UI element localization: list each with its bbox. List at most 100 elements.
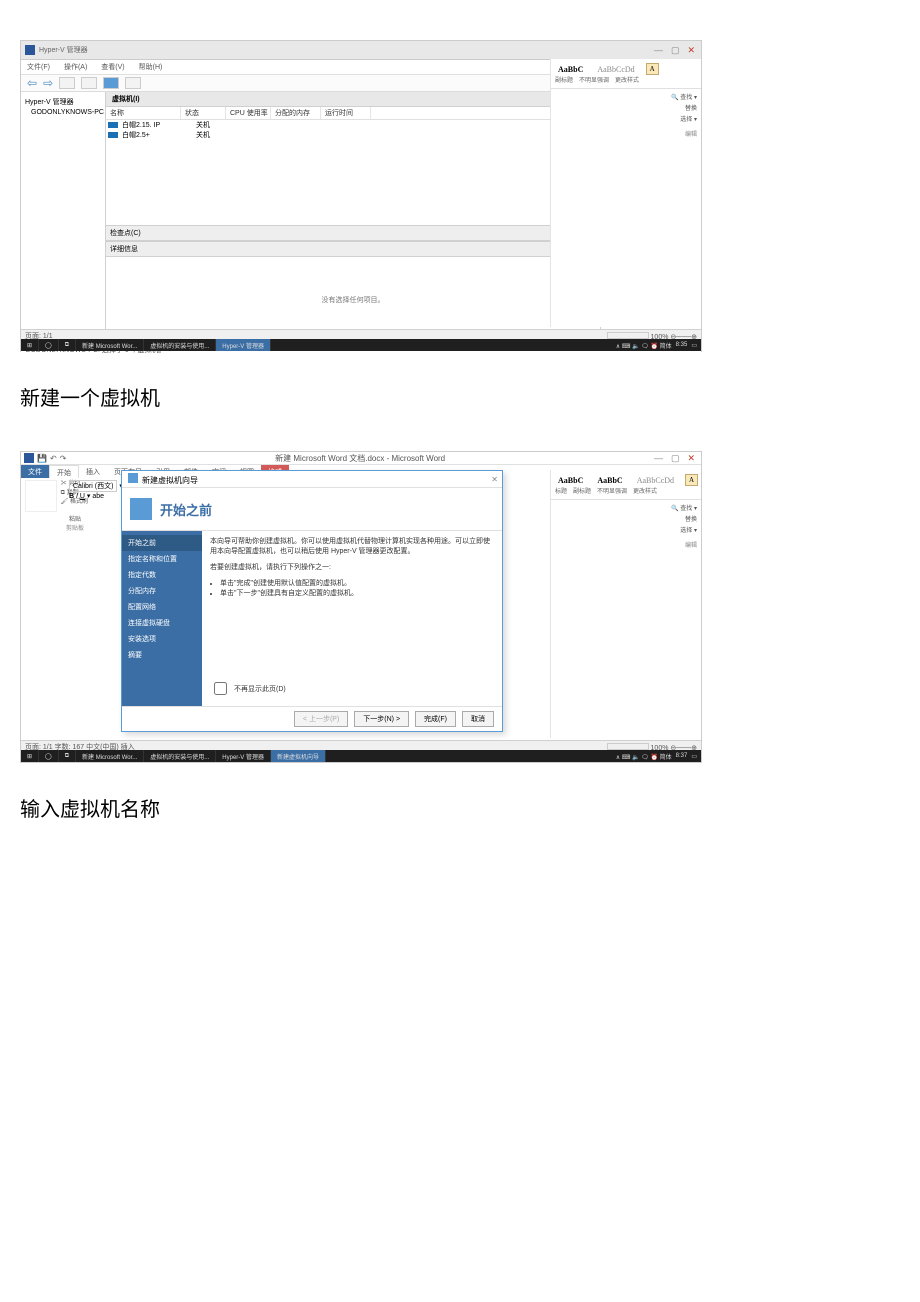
app-icon — [25, 45, 35, 55]
menu-action[interactable]: 操作(A) — [64, 62, 87, 72]
style-sample[interactable]: AaBbCcDd — [594, 64, 637, 75]
wnav-memory[interactable]: 分配内存 — [122, 583, 202, 599]
taskview-icon[interactable]: ◯ — [39, 750, 59, 762]
minimize-icon[interactable]: — — [654, 453, 663, 463]
taskview-icon[interactable]: ⧉ — [59, 339, 76, 351]
wnav-name-location[interactable]: 指定名称和位置 — [122, 551, 202, 567]
menu-view[interactable]: 查看(V) — [101, 62, 124, 72]
taskview-icon[interactable]: ⧉ — [59, 750, 76, 762]
style-sample[interactable]: AaBbCcDd — [634, 475, 677, 486]
dont-show-checkbox[interactable]: 不再显示此页(D) — [210, 679, 286, 698]
change-style-button[interactable]: A — [685, 474, 698, 486]
wizard-bullet-next: 单击"下一步"创建具有自定义配置的虚拟机。 — [220, 588, 494, 598]
toolbar-button-3[interactable] — [103, 77, 119, 89]
close-icon[interactable]: ✕ — [687, 453, 695, 464]
style-sample[interactable]: AaBbC — [594, 475, 625, 486]
col-name[interactable]: 名称 — [106, 107, 181, 119]
toolbar-button-1[interactable] — [59, 77, 75, 89]
taskview-icon[interactable]: ◯ — [39, 339, 59, 351]
col-mem[interactable]: 分配的内存 — [271, 107, 321, 119]
word-icon — [24, 453, 34, 463]
toolbar-button-4[interactable] — [125, 77, 141, 89]
vm-row[interactable]: 白帽2.15. IP 关机 — [106, 120, 600, 130]
col-uptime[interactable]: 运行时间 — [321, 107, 371, 119]
start-button[interactable]: ⊞ — [21, 750, 39, 762]
qa-save-icon[interactable]: 💾 — [37, 454, 47, 463]
wnav-vhd[interactable]: 连接虚拟硬盘 — [122, 615, 202, 631]
wizard-banner: 开始之前 — [122, 488, 502, 531]
col-cpu[interactable]: CPU 使用率 — [226, 107, 271, 119]
system-tray: ∧ ⌨ 🔈 🗨 ⏰ 简体 8:35 ▭ — [616, 341, 701, 350]
tree-root[interactable]: Hyper-V 管理器 — [23, 96, 103, 108]
taskbar-item[interactable]: 新建虚拟机向导 — [271, 750, 326, 762]
menu-help[interactable]: 帮助(H) — [139, 62, 163, 72]
style-sample[interactable]: AaBbC — [555, 64, 586, 75]
nav-back-icon[interactable]: ⇦ — [27, 76, 37, 90]
tree-server-node[interactable]: GODONLYKNOWS-PC — [23, 108, 103, 117]
taskbar-item[interactable]: Hyper-V 管理器 — [216, 339, 271, 351]
qa-undo-icon[interactable]: ↶ — [50, 454, 57, 463]
new-vm-wizard: 新建虚拟机向导 ✕ 开始之前 开始之前 指定名称和位置 指定代数 分配内存 配置… — [121, 470, 503, 732]
tab-insert[interactable]: 插入 — [79, 465, 107, 479]
editing-select[interactable]: 选择 ▾ — [555, 115, 697, 126]
wnav-generation[interactable]: 指定代数 — [122, 567, 202, 583]
menu-file[interactable]: 文件(F) — [27, 62, 50, 72]
dont-show-label: 不再显示此页(D) — [234, 684, 286, 694]
wizard-close-icon[interactable]: ✕ — [491, 475, 498, 484]
system-tray: ∧ ⌨ 🔈 🗨 ⏰ 简体 8:37 ▭ — [616, 752, 701, 761]
tab-file[interactable]: 文件 — [21, 465, 49, 479]
taskbar: ⊞ ◯ ⧉ 新建 Microsoft Wor... 虚拟机的安装与使用... H… — [21, 339, 701, 351]
taskbar-item[interactable]: 虚拟机的安装与使用... — [144, 339, 216, 351]
editing-replace[interactable]: 替换 — [555, 104, 697, 115]
caption-enter-vm-name: 输入虚拟机名称 — [20, 793, 920, 822]
nav-forward-icon[interactable]: ⇨ — [43, 76, 53, 90]
caption-create-vm: 新建一个虚拟机 — [20, 382, 920, 411]
clipboard-group-label: 剪贴板 — [25, 523, 125, 532]
start-button[interactable]: ⊞ — [21, 339, 39, 351]
minimize-icon[interactable]: — — [654, 45, 663, 55]
wizard-title: 新建虚拟机向导 — [142, 476, 198, 485]
change-style-label: 更改样式 — [615, 75, 639, 84]
maximize-icon[interactable]: ▢ — [671, 453, 680, 464]
tab-home[interactable]: 开始 — [49, 465, 79, 479]
dont-show-input[interactable] — [214, 682, 227, 695]
editing-find[interactable]: 🔍 查找 ▾ — [555, 504, 697, 515]
wizard-banner-text: 开始之前 — [160, 500, 212, 519]
details-header: 详细信息 — [106, 241, 600, 257]
style-sample[interactable]: AaBbC — [555, 475, 586, 486]
checkpoints-header: 检查点(C) — [106, 225, 600, 241]
editing-find[interactable]: 🔍 查找 ▾ — [555, 93, 697, 104]
wizard-bullet-finish: 单击"完成"创建使用默认值配置的虚拟机。 — [220, 578, 494, 588]
editing-select[interactable]: 选择 ▾ — [555, 526, 697, 537]
hv-titlebar: Hyper-V 管理器 — ▢ ✕ — [21, 41, 701, 60]
finish-button[interactable]: 完成(F) — [415, 711, 456, 727]
vm-row[interactable]: 白帽2.5+ 关机 — [106, 130, 600, 140]
cancel-button[interactable]: 取消 — [462, 711, 494, 727]
paste-button[interactable] — [25, 480, 57, 512]
taskbar-item[interactable]: Hyper-V 管理器 — [216, 750, 271, 762]
vm-name: 白帽2.5+ — [118, 130, 192, 140]
wizard-banner-icon — [130, 498, 152, 520]
editing-replace[interactable]: 替换 — [555, 515, 697, 526]
hv-title: Hyper-V 管理器 — [39, 45, 88, 55]
wnav-install[interactable]: 安装选项 — [122, 631, 202, 647]
col-state[interactable]: 状态 — [181, 107, 226, 119]
taskbar-item[interactable]: 虚拟机的安装与使用... — [144, 750, 216, 762]
next-button[interactable]: 下一步(N) > — [354, 711, 409, 727]
close-icon[interactable]: ✕ — [687, 45, 695, 56]
maximize-icon[interactable]: ▢ — [671, 45, 680, 56]
hv-tree: Hyper-V 管理器 GODONLYKNOWS-PC — [21, 92, 106, 342]
word-ribbon-right: AaBbC AaBbCcDd A 副标题 不明显强调 更改样式 🔍 查找 ▾ 替… — [550, 59, 701, 327]
qa-redo-icon[interactable]: ↷ — [60, 454, 67, 463]
wnav-network[interactable]: 配置网络 — [122, 599, 202, 615]
prev-button: < 上一步(P) — [294, 711, 348, 727]
toolbar-button-2[interactable] — [81, 77, 97, 89]
change-style-button[interactable]: A — [646, 63, 659, 75]
change-style-label: 更改样式 — [633, 486, 657, 495]
wnav-before-begin[interactable]: 开始之前 — [122, 535, 202, 551]
taskbar-item[interactable]: 新建 Microsoft Wor... — [76, 750, 144, 762]
vm-icon — [108, 122, 118, 128]
wnav-summary[interactable]: 摘要 — [122, 647, 202, 663]
taskbar-item[interactable]: 新建 Microsoft Wor... — [76, 339, 144, 351]
wizard-buttons: < 上一步(P) 下一步(N) > 完成(F) 取消 — [122, 706, 502, 731]
